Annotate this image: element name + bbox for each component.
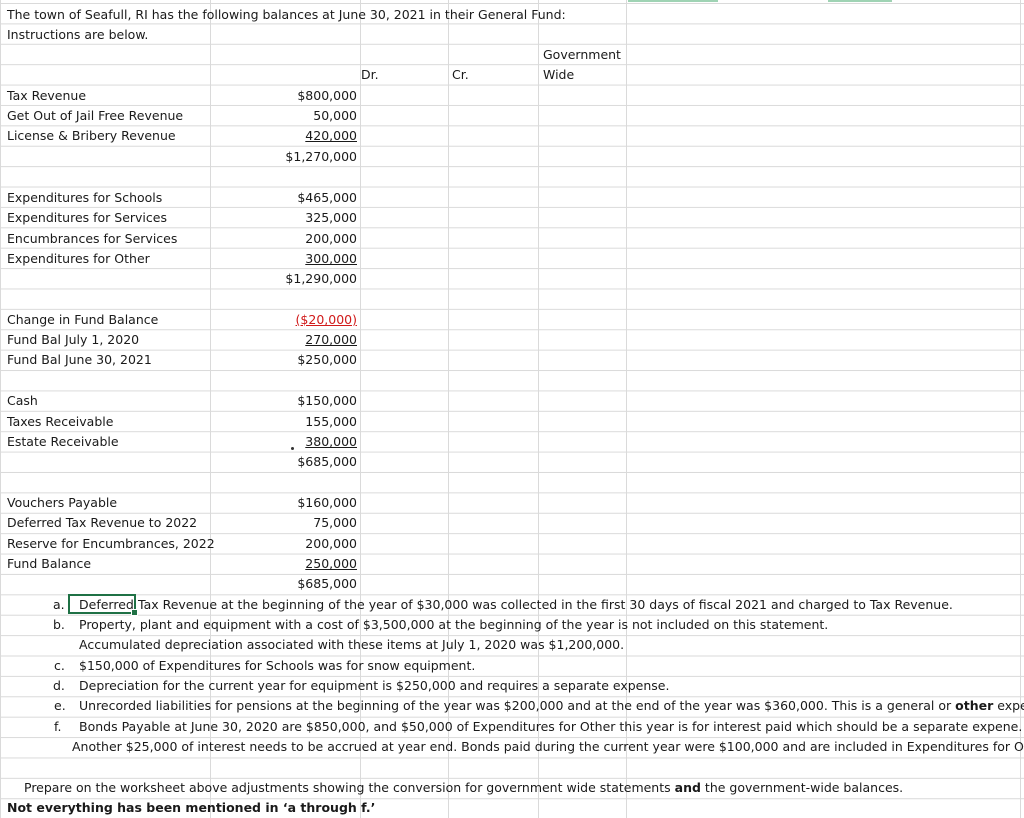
prepare-end: the government-wide balances.: [704, 780, 904, 795]
cell-value[interactable]: 200,000: [250, 536, 357, 552]
cell-label[interactable]: Cash: [7, 393, 38, 409]
cell-value[interactable]: $160,000: [250, 495, 357, 511]
column-header-accent: [828, 0, 892, 2]
cell-label[interactable]: Change in Fund Balance: [7, 312, 158, 328]
cell-value[interactable]: 380,000: [250, 434, 357, 450]
stray-dot-mark: [291, 447, 294, 450]
instruction-a-word[interactable]: Deferred: [79, 597, 134, 613]
instruction-c[interactable]: $150,000 of Expenditures for Schools was…: [79, 658, 475, 674]
instruction-e[interactable]: Unrecorded liabilities for pensions at t…: [79, 698, 1024, 714]
cell-value-text: 420,000: [305, 128, 357, 143]
cell-label[interactable]: Tax Revenue: [7, 88, 86, 104]
cell-value[interactable]: 325,000: [250, 210, 357, 226]
cell-label[interactable]: Estate Receivable: [7, 434, 119, 450]
cell-label[interactable]: Fund Bal July 1, 2020: [7, 332, 139, 348]
cell-label[interactable]: Deferred Tax Revenue to 2022: [7, 515, 197, 531]
cell-value[interactable]: 75,000: [250, 515, 357, 531]
cell-value[interactable]: $250,000: [250, 352, 357, 368]
instruction-f[interactable]: Bonds Payable at June 30, 2020 are $850,…: [79, 719, 1022, 735]
instruction-letter[interactable]: b.: [53, 617, 65, 633]
cell-total[interactable]: $1,270,000: [250, 149, 357, 165]
instruction-letter[interactable]: f.: [54, 719, 61, 735]
instruction-e-text: Unrecorded liabilities for pensions at t…: [79, 698, 952, 713]
column-heading-dr[interactable]: Dr.: [361, 67, 379, 83]
cell-value[interactable]: 250,000: [250, 556, 357, 572]
cell-label[interactable]: Expenditures for Services: [7, 210, 167, 226]
cell-value[interactable]: 270,000: [250, 332, 357, 348]
instruction-e-bold: other: [955, 698, 994, 713]
cell-value-text: 250,000: [305, 556, 357, 571]
column-heading-gov-wide[interactable]: Government: [543, 47, 621, 63]
cell-value[interactable]: 155,000: [250, 414, 357, 430]
instruction-a[interactable]: Tax Revenue at the beginning of the year…: [138, 597, 953, 613]
cell-label[interactable]: Taxes Receivable: [7, 414, 113, 430]
cell-label[interactable]: Get Out of Jail Free Revenue: [7, 108, 183, 124]
cell-label[interactable]: Vouchers Payable: [7, 495, 117, 511]
cell-total[interactable]: $1,290,000: [250, 271, 357, 287]
cell-value-text: ($20,000): [295, 312, 357, 327]
instruction-letter[interactable]: e.: [54, 698, 66, 714]
prepare-bold: and: [674, 780, 701, 795]
cell-value[interactable]: $800,000: [250, 88, 357, 104]
column-heading-gov-wide-2[interactable]: Wide: [543, 67, 574, 83]
cell-label[interactable]: Reserve for Encumbrances, 2022: [7, 536, 215, 552]
instruction-b-cont[interactable]: Accumulated depreciation associated with…: [79, 637, 624, 653]
column-heading-cr[interactable]: Cr.: [452, 67, 469, 83]
instruction-f-cont[interactable]: Another $25,000 of interest needs to be …: [72, 739, 1024, 755]
cell-label[interactable]: Expenditures for Other: [7, 251, 150, 267]
cell-value[interactable]: 300,000: [250, 251, 357, 267]
cell-value-text: 300,000: [305, 251, 357, 266]
cell-value[interactable]: 200,000: [250, 231, 357, 247]
footer-note[interactable]: Not everything has been mentioned in ‘a …: [7, 800, 375, 816]
instruction-b[interactable]: Property, plant and equipment with a cos…: [79, 617, 828, 633]
cell-value[interactable]: 50,000: [250, 108, 357, 124]
cell-value[interactable]: 420,000: [250, 128, 357, 144]
instruction-letter[interactable]: c.: [54, 658, 65, 674]
instruction-letter[interactable]: d.: [53, 678, 65, 694]
cell-label[interactable]: Encumbrances for Services: [7, 231, 177, 247]
cell-total[interactable]: $685,000: [250, 576, 357, 592]
cell-value[interactable]: $465,000: [250, 190, 357, 206]
sheet-title[interactable]: The town of Seafull, RI has the followin…: [7, 7, 566, 23]
cell-label[interactable]: Fund Balance: [7, 556, 91, 572]
cell-value[interactable]: $150,000: [250, 393, 357, 409]
cell-value-text: 270,000: [305, 332, 357, 347]
instruction-d[interactable]: Depreciation for the current year for eq…: [79, 678, 669, 694]
sheet-subtitle[interactable]: Instructions are below.: [7, 27, 148, 43]
cell-label[interactable]: Expenditures for Schools: [7, 190, 162, 206]
cell-total[interactable]: $685,000: [250, 454, 357, 470]
prepare-text: Prepare on the worksheet above adjustmen…: [24, 780, 671, 795]
cell-value-text: 380,000: [305, 434, 357, 449]
cell-value-negative[interactable]: ($20,000): [250, 312, 357, 328]
prepare-instruction[interactable]: Prepare on the worksheet above adjustmen…: [24, 780, 903, 796]
cell-label[interactable]: License & Bribery Revenue: [7, 128, 176, 144]
cell-label[interactable]: Fund Bal June 30, 2021: [7, 352, 152, 368]
instruction-e-end: expense.: [997, 698, 1024, 713]
column-header-accent: [628, 0, 718, 2]
instruction-letter[interactable]: a.: [53, 597, 65, 613]
